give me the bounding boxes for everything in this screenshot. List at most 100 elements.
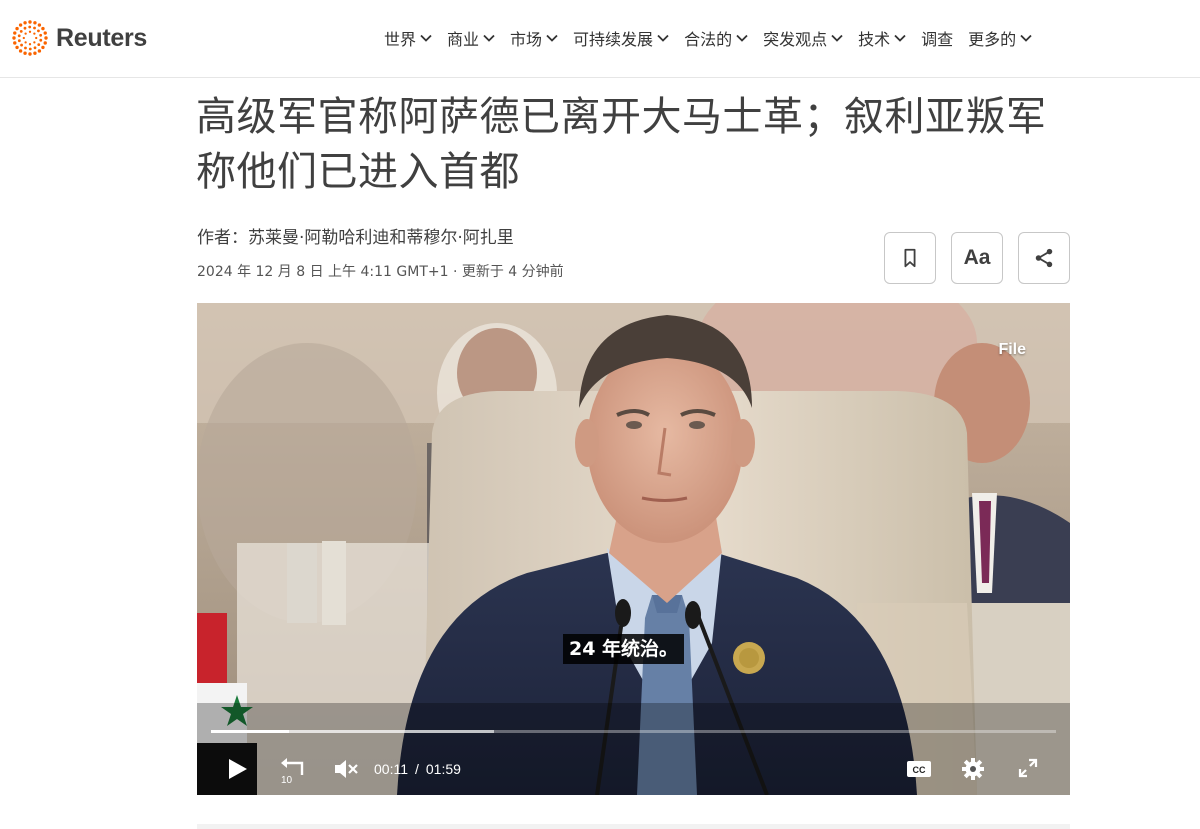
video-caption: 24 年统治。 — [563, 634, 685, 664]
logo-dot — [15, 45, 19, 50]
duration: 01:59 — [425, 761, 461, 777]
article-headline: 高级军官称阿萨德已离开大马士革；叙利亚叛军称他们已进入首都 — [196, 94, 1047, 195]
logo-dot — [13, 31, 17, 35]
nav-item-label: 突发观点 — [763, 30, 828, 49]
logo-dot — [35, 36, 38, 40]
video-controls: 10 00:11 / 01:59 CC — [197, 749, 1070, 789]
content-below-divider — [197, 824, 1070, 829]
file-tag: File — [998, 341, 1026, 358]
text-size-label: Aa — [963, 246, 991, 269]
nav-item-label: 调查 — [921, 30, 954, 49]
nav-item-5[interactable]: 突发观点 — [763, 26, 843, 50]
logo-dot — [19, 29, 23, 33]
video-time: 00:11 / 01:59 — [374, 761, 461, 777]
fullscreen-button[interactable] — [1017, 757, 1039, 779]
site-header: Reuters 世界 商业 市场 可持续发展 合法的 突发观点 技术 调查 更多的 — [0, 0, 1200, 78]
nav-item-0[interactable]: 世界 — [384, 26, 432, 50]
nav-item-3[interactable]: 可持续发展 — [573, 26, 669, 50]
nav-item-label: 合法的 — [684, 30, 733, 49]
logo-dot — [33, 41, 36, 44]
chevron-down-icon — [657, 34, 669, 42]
logo-dot — [28, 47, 32, 51]
nav-item-4[interactable]: 合法的 — [684, 26, 748, 50]
current-time: 00:11 — [374, 761, 408, 777]
skip-back-label: 10 — [281, 775, 293, 785]
logo-dot — [12, 36, 16, 40]
play-button[interactable] — [227, 757, 249, 781]
skip-back-button[interactable]: 10 — [278, 757, 308, 785]
video-frame-image — [197, 303, 1070, 795]
logo-dot — [28, 25, 32, 29]
share-button[interactable] — [1018, 232, 1070, 284]
logo-dot — [33, 21, 37, 25]
chevron-down-icon — [831, 34, 843, 42]
text-size-button[interactable]: Aa — [951, 232, 1003, 284]
nav-item-label: 商业 — [447, 30, 480, 49]
bookmark-button[interactable] — [884, 232, 936, 284]
logo-dot — [44, 36, 48, 40]
chevron-down-icon — [483, 34, 495, 42]
skip-back-10-icon: 10 — [281, 758, 304, 785]
muted-volume-icon — [335, 760, 358, 778]
logo-dot — [24, 46, 27, 50]
nav-item-1[interactable]: 商业 — [447, 26, 495, 50]
video-progress-bar[interactable] — [211, 730, 1056, 733]
logo-dot — [17, 34, 21, 38]
logo-dot — [18, 23, 23, 27]
logo-dot — [23, 21, 27, 25]
logo-dot — [15, 26, 19, 31]
nav-item-label: 市场 — [510, 30, 543, 49]
mute-button[interactable] — [333, 757, 359, 781]
video-played-fill — [211, 730, 289, 733]
chevron-down-icon — [1020, 34, 1032, 42]
logo-dot — [17, 39, 21, 43]
logo-dot — [28, 20, 32, 24]
nav-item-label: 技术 — [858, 30, 891, 49]
logo-dot — [28, 52, 32, 56]
logo-dot — [23, 51, 27, 55]
article-dateline: 2024 年 12 月 8 日 上午 4:11 GMT+1 · 更新于 4 分钟… — [197, 264, 564, 280]
fullscreen-icon — [1018, 758, 1038, 778]
logo-dot — [18, 49, 23, 53]
logo-dot — [43, 41, 47, 45]
bookmark-icon — [904, 248, 916, 268]
nav-item-7[interactable]: 调查 — [921, 26, 953, 50]
share-icon — [1035, 248, 1053, 268]
logo-dot — [39, 38, 43, 42]
nav-item-8[interactable]: 更多的 — [968, 26, 1032, 50]
logo-dot — [37, 43, 41, 47]
logo-dot — [37, 29, 40, 33]
chevron-down-icon — [546, 34, 558, 42]
chevron-down-icon — [420, 34, 432, 42]
logo-dot — [24, 32, 27, 35]
nav-item-label: 世界 — [384, 30, 417, 49]
logo-dot — [37, 23, 42, 27]
nav-item-6[interactable]: 技术 — [858, 26, 906, 50]
chevron-down-icon — [894, 34, 906, 42]
nav-item-label: 可持续发展 — [573, 30, 654, 49]
logo-text: Reuters — [56, 23, 147, 52]
logo-dot — [20, 43, 23, 47]
chevron-down-icon — [736, 34, 748, 42]
main-nav: 世界 商业 市场 可持续发展 合法的 突发观点 技术 调查 更多的 — [384, 26, 1047, 50]
time-separator: / — [415, 761, 419, 777]
nav-item-label: 更多的 — [968, 30, 1017, 49]
gear-icon — [962, 758, 984, 780]
reuters-logo[interactable]: Reuters — [10, 17, 147, 59]
cc-label: CC — [913, 765, 926, 775]
closed-captions-icon: CC — [907, 761, 931, 777]
logo-dot — [23, 26, 27, 30]
settings-button[interactable] — [961, 757, 985, 781]
nav-item-2[interactable]: 市场 — [510, 26, 558, 50]
logo-dot — [33, 32, 36, 35]
logo-dot — [43, 31, 47, 35]
logo-dot — [22, 36, 25, 40]
reuters-logo-icon — [12, 20, 48, 56]
video-player[interactable]: File 24 年统治。 10 00:11 / 01:59 CC — [197, 303, 1070, 795]
article-byline[interactable]: 作者：苏莱曼·阿勒哈利迪和蒂穆尔·阿扎里 — [197, 223, 514, 248]
logo-dot — [39, 33, 43, 37]
captions-button[interactable]: CC — [906, 760, 932, 778]
logo-dot — [37, 49, 42, 53]
article-tools: Aa — [884, 232, 1070, 284]
play-icon — [229, 759, 247, 779]
